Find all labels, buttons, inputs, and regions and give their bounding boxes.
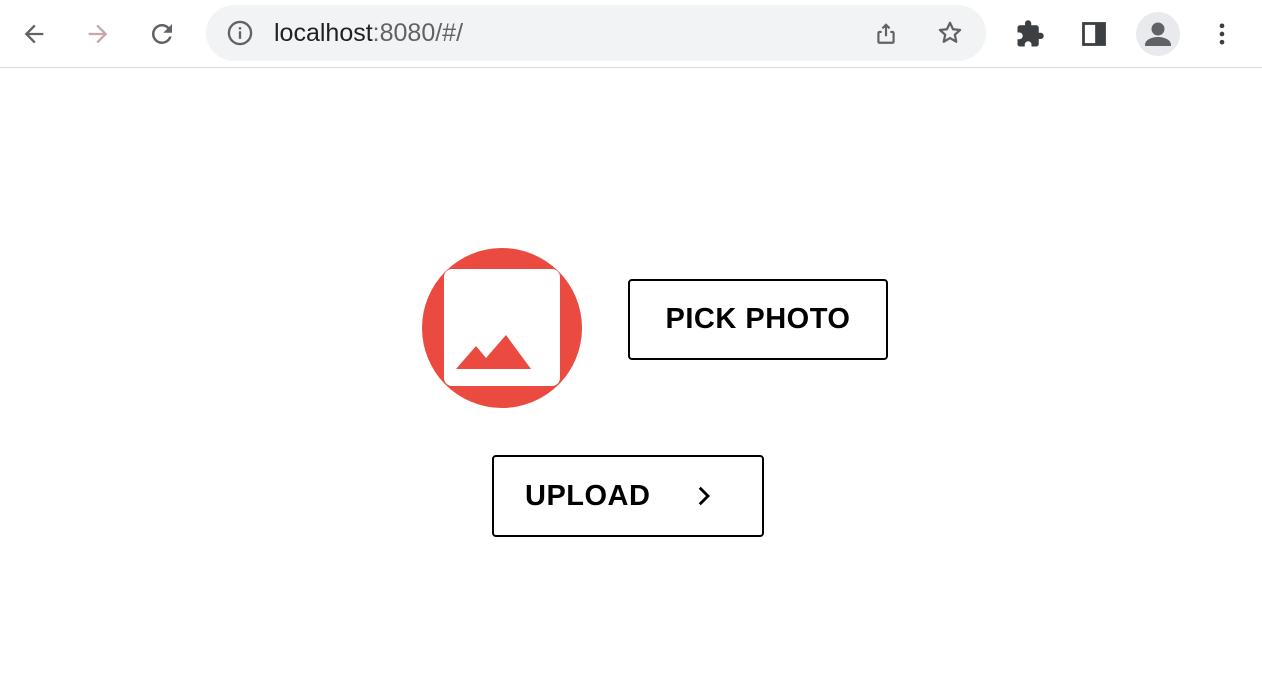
bookmark-button[interactable]	[934, 17, 966, 49]
back-button[interactable]	[14, 14, 54, 54]
side-panel-icon	[1082, 22, 1106, 46]
side-panel-button[interactable]	[1074, 14, 1114, 54]
reload-button[interactable]	[142, 14, 182, 54]
info-icon[interactable]	[226, 19, 254, 47]
url-text[interactable]: localhost:8080/#/	[274, 18, 463, 48]
puzzle-icon	[1017, 20, 1044, 47]
pick-photo-label: PICK PHOTO	[665, 303, 851, 335]
upload-button[interactable]: UPLOAD	[492, 455, 764, 537]
upload-label: UPLOAD	[525, 479, 651, 512]
browser-toolbar: localhost:8080/#/	[0, 0, 1262, 68]
page-content: PICK PHOTO UPLOAD	[0, 69, 1262, 686]
chevron-right-icon	[698, 486, 710, 506]
image-icon	[444, 269, 560, 386]
url-path: :8080/#/	[372, 19, 464, 47]
share-button[interactable]	[870, 17, 902, 49]
star-icon	[938, 21, 962, 43]
url-host: localhost	[274, 19, 373, 47]
person-icon	[1145, 22, 1171, 46]
extensions-button[interactable]	[1010, 14, 1050, 54]
profile-button[interactable]	[1136, 12, 1180, 56]
share-icon	[877, 23, 895, 44]
arrow-left-icon	[24, 24, 44, 44]
arrow-right-icon	[88, 24, 108, 44]
menu-button[interactable]	[1202, 14, 1242, 54]
photo-placeholder	[422, 248, 582, 408]
forward-button[interactable]	[78, 14, 118, 54]
more-vertical-icon	[1219, 23, 1225, 45]
pick-photo-button[interactable]: PICK PHOTO	[628, 279, 888, 360]
reload-icon	[151, 23, 172, 44]
address-bar[interactable]: localhost:8080/#/	[206, 5, 986, 61]
